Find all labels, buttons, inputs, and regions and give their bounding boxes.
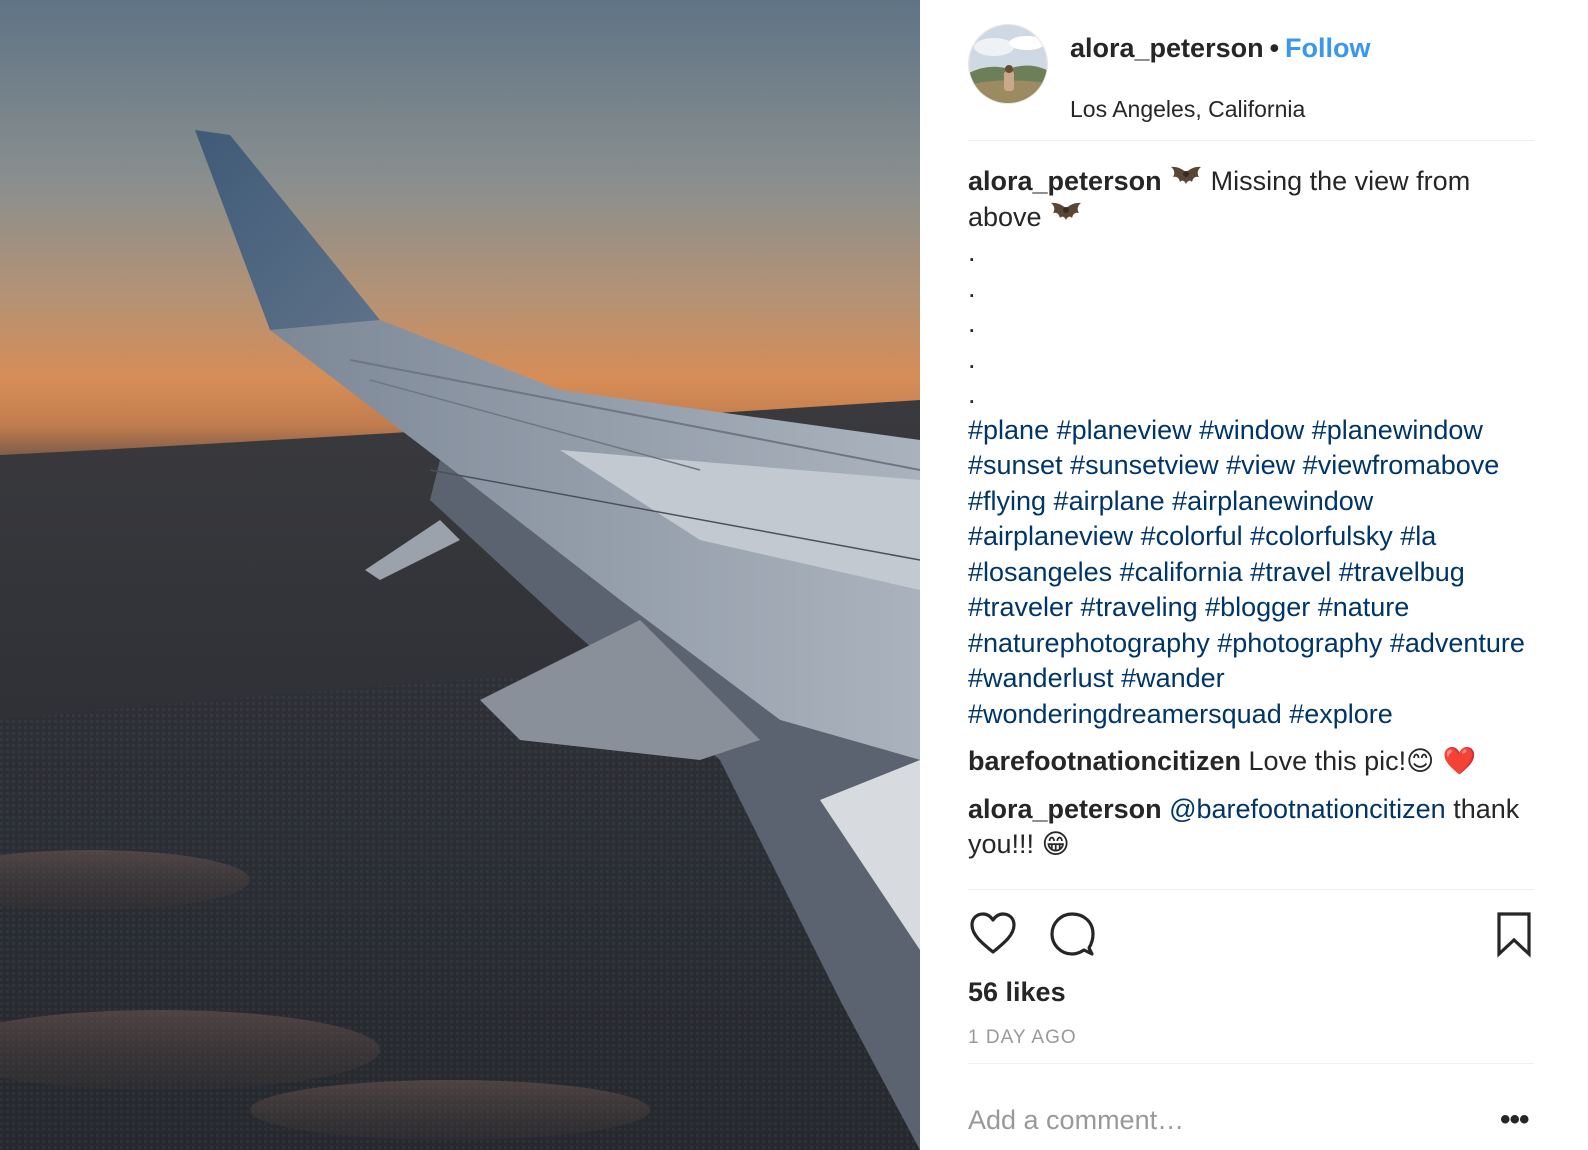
- divider: [968, 1063, 1534, 1064]
- bat-emoji-icon: [1171, 166, 1202, 184]
- comment-username[interactable]: alora_peterson: [968, 794, 1162, 824]
- post-details-panel: alora_peterson • Follow Los Angeles, Calif…: [920, 0, 1588, 1150]
- speech-bubble-icon: [1050, 912, 1095, 956]
- comment-item: barefootnationcitizen Love this pic!😊 ❤️: [968, 744, 1534, 780]
- caption-dot: .: [968, 272, 976, 303]
- comment-item: alora_peterson @barefootnationcitizen th…: [968, 792, 1534, 863]
- avatar-image: [969, 25, 1047, 103]
- header-separator: •: [1269, 33, 1280, 63]
- post-header: alora_peterson • Follow Los Angeles, Calif…: [968, 24, 1534, 140]
- like-button[interactable]: [968, 908, 1018, 960]
- comment-button[interactable]: [1048, 908, 1098, 960]
- caption-line: alora_peterson Missing the view from abo…: [968, 164, 1534, 235]
- airplane-wing-image: [0, 0, 920, 1150]
- caption-dot: .: [968, 237, 976, 267]
- comment-emoji: 😊 ❤️: [1406, 746, 1477, 777]
- comment-text: Love this pic!: [1248, 746, 1407, 776]
- post-timestamp: 1 DAY AGO: [968, 1027, 1077, 1048]
- more-options-button[interactable]: •••: [1500, 1105, 1529, 1135]
- save-button[interactable]: [1494, 908, 1534, 960]
- header-username[interactable]: alora_peterson: [1070, 33, 1264, 63]
- heart-outline-icon: [970, 912, 1016, 954]
- comment-emoji: 😁: [1041, 829, 1070, 860]
- caption-dots: . . . . .: [968, 235, 1534, 413]
- divider: [968, 889, 1534, 890]
- bat-emoji-icon: [1051, 202, 1082, 220]
- comment-mention[interactable]: @barefootnationcitizen: [1169, 794, 1446, 824]
- comment-username[interactable]: barefootnationcitizen: [968, 746, 1241, 776]
- comments-list[interactable]: alora_peterson Missing the view from abo…: [968, 164, 1534, 889]
- caption-dot: .: [968, 343, 976, 374]
- add-comment-input[interactable]: [968, 1098, 1468, 1142]
- likes-count[interactable]: 56 likes: [968, 974, 1066, 1010]
- divider: [968, 140, 1534, 141]
- caption-dot: .: [968, 308, 976, 338]
- caption: alora_peterson Missing the view from abo…: [968, 164, 1534, 732]
- header-user-line: alora_peterson • Follow: [1070, 32, 1371, 64]
- post-actions: [968, 908, 1534, 964]
- bookmark-icon: [1497, 912, 1531, 958]
- caption-hashtags[interactable]: #plane #planeview #window #planewindow #…: [968, 413, 1534, 733]
- location-link[interactable]: Los Angeles, California: [1070, 94, 1305, 124]
- post-photo[interactable]: [0, 0, 920, 1150]
- caption-username[interactable]: alora_peterson: [968, 166, 1162, 196]
- caption-dot: .: [968, 379, 976, 409]
- avatar[interactable]: [968, 24, 1048, 104]
- follow-button[interactable]: Follow: [1285, 33, 1370, 63]
